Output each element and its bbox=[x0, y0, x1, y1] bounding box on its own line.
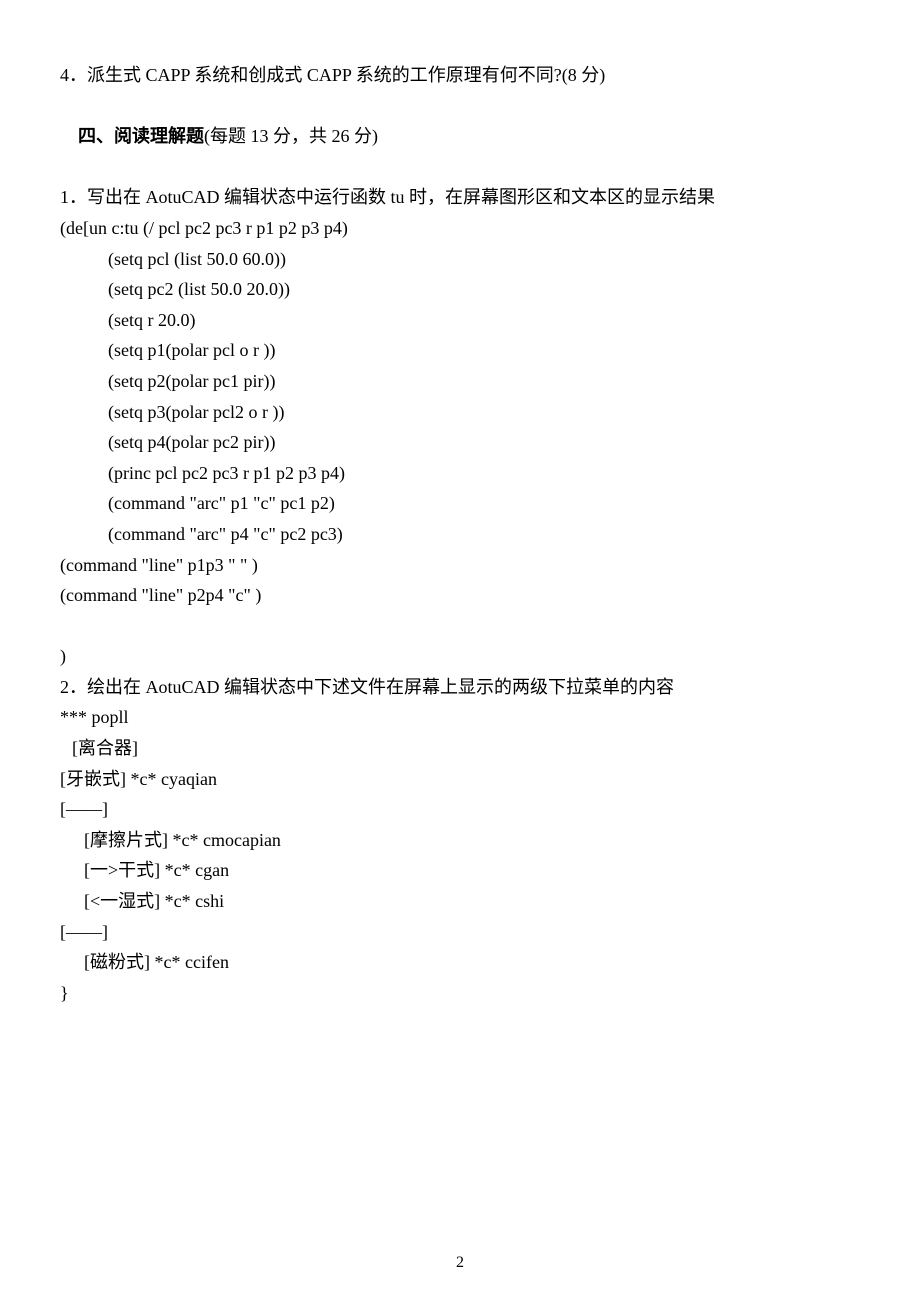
q2-line: *** popll bbox=[60, 702, 860, 733]
section-4-heading: 四、阅读理解题(每题 13 分，共 26 分) bbox=[60, 91, 860, 183]
section-4-title: 阅读理解题 bbox=[114, 126, 204, 146]
q1-code-line: (setq p3(polar pcl2 o r )) bbox=[60, 397, 860, 428]
question-4: 4．派生式 CAPP 系统和创成式 CAPP 系统的工作原理有何不同?(8 分) bbox=[60, 60, 860, 91]
q1-code-line: (setq p1(polar pcl o r )) bbox=[60, 335, 860, 366]
q1-code-line: (command "arc" p4 "c" pc2 pc3) bbox=[60, 519, 860, 550]
q2-line: [——] bbox=[60, 794, 860, 825]
q2-line: [离合器] bbox=[60, 733, 860, 764]
q2-line: [——] bbox=[60, 917, 860, 948]
q1-code-line: (setq p4(polar pc2 pir)) bbox=[60, 427, 860, 458]
q1-code-line: (setq pcl (list 50.0 60.0)) bbox=[60, 244, 860, 275]
q1-tail-line: (command "line" p2p4 "c" ) bbox=[60, 580, 860, 611]
q1-tail-line: (command "line" p1p3 " " ) bbox=[60, 550, 860, 581]
q1-tail-line: ) bbox=[60, 641, 860, 672]
q1-code-line: (setq p2(polar pc1 pir)) bbox=[60, 366, 860, 397]
q1-blank-line bbox=[60, 611, 860, 642]
q2-line: [磁粉式] *c* ccifen bbox=[60, 947, 860, 978]
q1-code-line: (princ pcl pc2 pc3 r p1 p2 p3 p4) bbox=[60, 458, 860, 489]
q1-code-line: (setq r 20.0) bbox=[60, 305, 860, 336]
q2-line: } bbox=[60, 978, 860, 1009]
q1-code-line: (de[un c:tu (/ pcl pc2 pc3 r p1 p2 p3 p4… bbox=[60, 213, 860, 244]
q2-line: [摩擦片式] *c* cmocapian bbox=[60, 825, 860, 856]
q1-prompt: 1．写出在 AotuCAD 编辑状态中运行函数 tu 时，在屏幕图形区和文本区的… bbox=[60, 182, 860, 213]
q1-code-line: (command "arc" p1 "c" pc1 p2) bbox=[60, 488, 860, 519]
q2-line: [牙嵌式] *c* cyaqian bbox=[60, 764, 860, 795]
q2-line: [<一湿式] *c* cshi bbox=[60, 886, 860, 917]
page: 4．派生式 CAPP 系统和创成式 CAPP 系统的工作原理有何不同?(8 分)… bbox=[0, 0, 920, 1302]
q1-code-line: (setq pc2 (list 50.0 20.0)) bbox=[60, 274, 860, 305]
q2-prompt: 2．绘出在 AotuCAD 编辑状态中下述文件在屏幕上显示的两级下拉菜单的内容 bbox=[60, 672, 860, 703]
page-number: 2 bbox=[0, 1254, 920, 1272]
q2-line: [一>干式] *c* cgan bbox=[60, 855, 860, 886]
section-4-label: 四、 bbox=[78, 126, 114, 146]
section-4-scoring: (每题 13 分，共 26 分) bbox=[204, 126, 378, 146]
